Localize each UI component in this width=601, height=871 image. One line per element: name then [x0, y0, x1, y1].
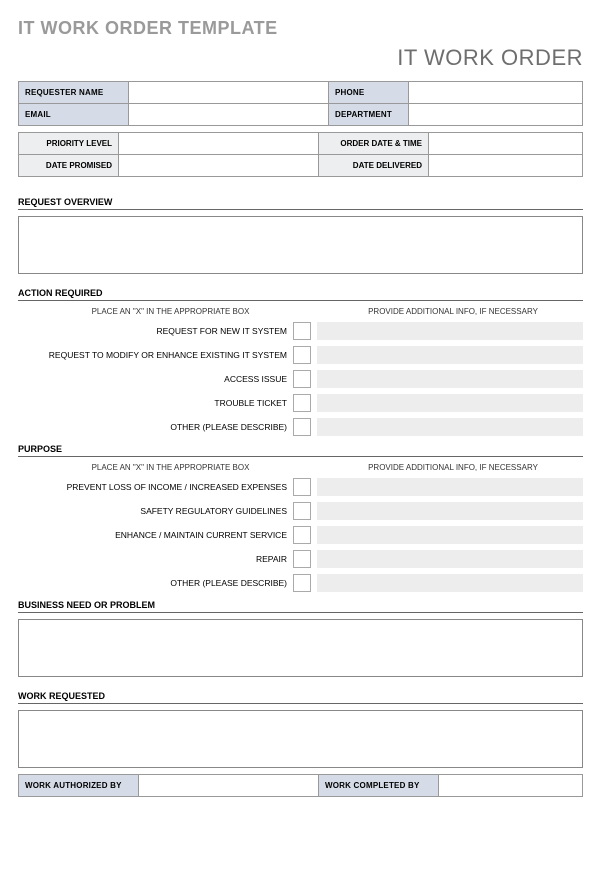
purpose-checkbox[interactable] [293, 502, 311, 520]
place-x-subhead: PLACE AN "X" IN THE APPROPRIATE BOX [18, 463, 323, 472]
action-label: REQUEST FOR NEW IT SYSTEM [18, 326, 293, 336]
priority-level-field[interactable] [119, 133, 319, 155]
action-info-field[interactable] [317, 394, 583, 412]
phone-field[interactable] [409, 82, 583, 104]
action-info-field[interactable] [317, 322, 583, 340]
purpose-head: PURPOSE [18, 444, 583, 454]
priority-level-label: PRIORITY LEVEL [19, 133, 119, 155]
business-need-head: BUSINESS NEED OR PROBLEM [18, 600, 583, 610]
purpose-row: ENHANCE / MAINTAIN CURRENT SERVICE [18, 526, 583, 544]
doc-title: IT WORK ORDER [18, 45, 583, 71]
purpose-label: OTHER (PLEASE DESCRIBE) [18, 578, 293, 588]
action-row: OTHER (PLEASE DESCRIBE) [18, 418, 583, 436]
action-info-field[interactable] [317, 346, 583, 364]
requester-table: REQUESTER NAME PHONE EMAIL DEPARTMENT [18, 81, 583, 126]
action-info-field[interactable] [317, 418, 583, 436]
work-completed-by-label: WORK COMPLETED BY [319, 775, 439, 797]
date-delivered-label: DATE DELIVERED [319, 155, 429, 177]
action-row: REQUEST FOR NEW IT SYSTEM [18, 322, 583, 340]
divider [18, 612, 583, 613]
purpose-label: SAFETY REGULATORY GUIDELINES [18, 506, 293, 516]
additional-info-subhead: PROVIDE ADDITIONAL INFO, IF NECESSARY [323, 463, 583, 472]
date-promised-field[interactable] [119, 155, 319, 177]
purpose-checkbox[interactable] [293, 526, 311, 544]
action-checkbox[interactable] [293, 394, 311, 412]
work-authorized-by-label: WORK AUTHORIZED BY [19, 775, 139, 797]
purpose-row: PREVENT LOSS OF INCOME / INCREASED EXPEN… [18, 478, 583, 496]
work-completed-by-field[interactable] [439, 775, 583, 797]
email-field[interactable] [129, 104, 329, 126]
action-checkbox[interactable] [293, 418, 311, 436]
purpose-info-field[interactable] [317, 478, 583, 496]
page-title: IT WORK ORDER TEMPLATE [18, 18, 583, 39]
email-label: EMAIL [19, 104, 129, 126]
action-checkbox[interactable] [293, 346, 311, 364]
purpose-row: SAFETY REGULATORY GUIDELINES [18, 502, 583, 520]
action-row: ACCESS ISSUE [18, 370, 583, 388]
action-label: TROUBLE TICKET [18, 398, 293, 408]
work-requested-field[interactable] [18, 710, 583, 768]
divider [18, 703, 583, 704]
purpose-checkbox[interactable] [293, 478, 311, 496]
requester-name-field[interactable] [129, 82, 329, 104]
work-authorized-by-field[interactable] [139, 775, 319, 797]
requester-name-label: REQUESTER NAME [19, 82, 129, 104]
purpose-info-field[interactable] [317, 526, 583, 544]
action-checkbox[interactable] [293, 370, 311, 388]
department-field[interactable] [409, 104, 583, 126]
purpose-checkbox[interactable] [293, 550, 311, 568]
request-overview-field[interactable] [18, 216, 583, 274]
meta-table: PRIORITY LEVEL ORDER DATE & TIME DATE PR… [18, 132, 583, 177]
action-label: OTHER (PLEASE DESCRIBE) [18, 422, 293, 432]
purpose-label: ENHANCE / MAINTAIN CURRENT SERVICE [18, 530, 293, 540]
purpose-info-field[interactable] [317, 550, 583, 568]
action-required-head: ACTION REQUIRED [18, 288, 583, 298]
order-date-time-label: ORDER DATE & TIME [319, 133, 429, 155]
divider [18, 300, 583, 301]
action-row: REQUEST TO MODIFY OR ENHANCE EXISTING IT… [18, 346, 583, 364]
purpose-row: REPAIR [18, 550, 583, 568]
action-label: ACCESS ISSUE [18, 374, 293, 384]
purpose-label: PREVENT LOSS OF INCOME / INCREASED EXPEN… [18, 482, 293, 492]
work-requested-head: WORK REQUESTED [18, 691, 583, 701]
order-date-time-field[interactable] [429, 133, 583, 155]
purpose-label: REPAIR [18, 554, 293, 564]
action-info-field[interactable] [317, 370, 583, 388]
action-row: TROUBLE TICKET [18, 394, 583, 412]
action-checkbox[interactable] [293, 322, 311, 340]
divider [18, 209, 583, 210]
action-label: REQUEST TO MODIFY OR ENHANCE EXISTING IT… [18, 350, 293, 360]
divider [18, 456, 583, 457]
signoff-table: WORK AUTHORIZED BY WORK COMPLETED BY [18, 774, 583, 797]
purpose-info-field[interactable] [317, 502, 583, 520]
date-promised-label: DATE PROMISED [19, 155, 119, 177]
additional-info-subhead: PROVIDE ADDITIONAL INFO, IF NECESSARY [323, 307, 583, 316]
purpose-checkbox[interactable] [293, 574, 311, 592]
date-delivered-field[interactable] [429, 155, 583, 177]
business-need-field[interactable] [18, 619, 583, 677]
purpose-info-field[interactable] [317, 574, 583, 592]
purpose-row: OTHER (PLEASE DESCRIBE) [18, 574, 583, 592]
request-overview-head: REQUEST OVERVIEW [18, 197, 583, 207]
place-x-subhead: PLACE AN "X" IN THE APPROPRIATE BOX [18, 307, 323, 316]
phone-label: PHONE [329, 82, 409, 104]
department-label: DEPARTMENT [329, 104, 409, 126]
